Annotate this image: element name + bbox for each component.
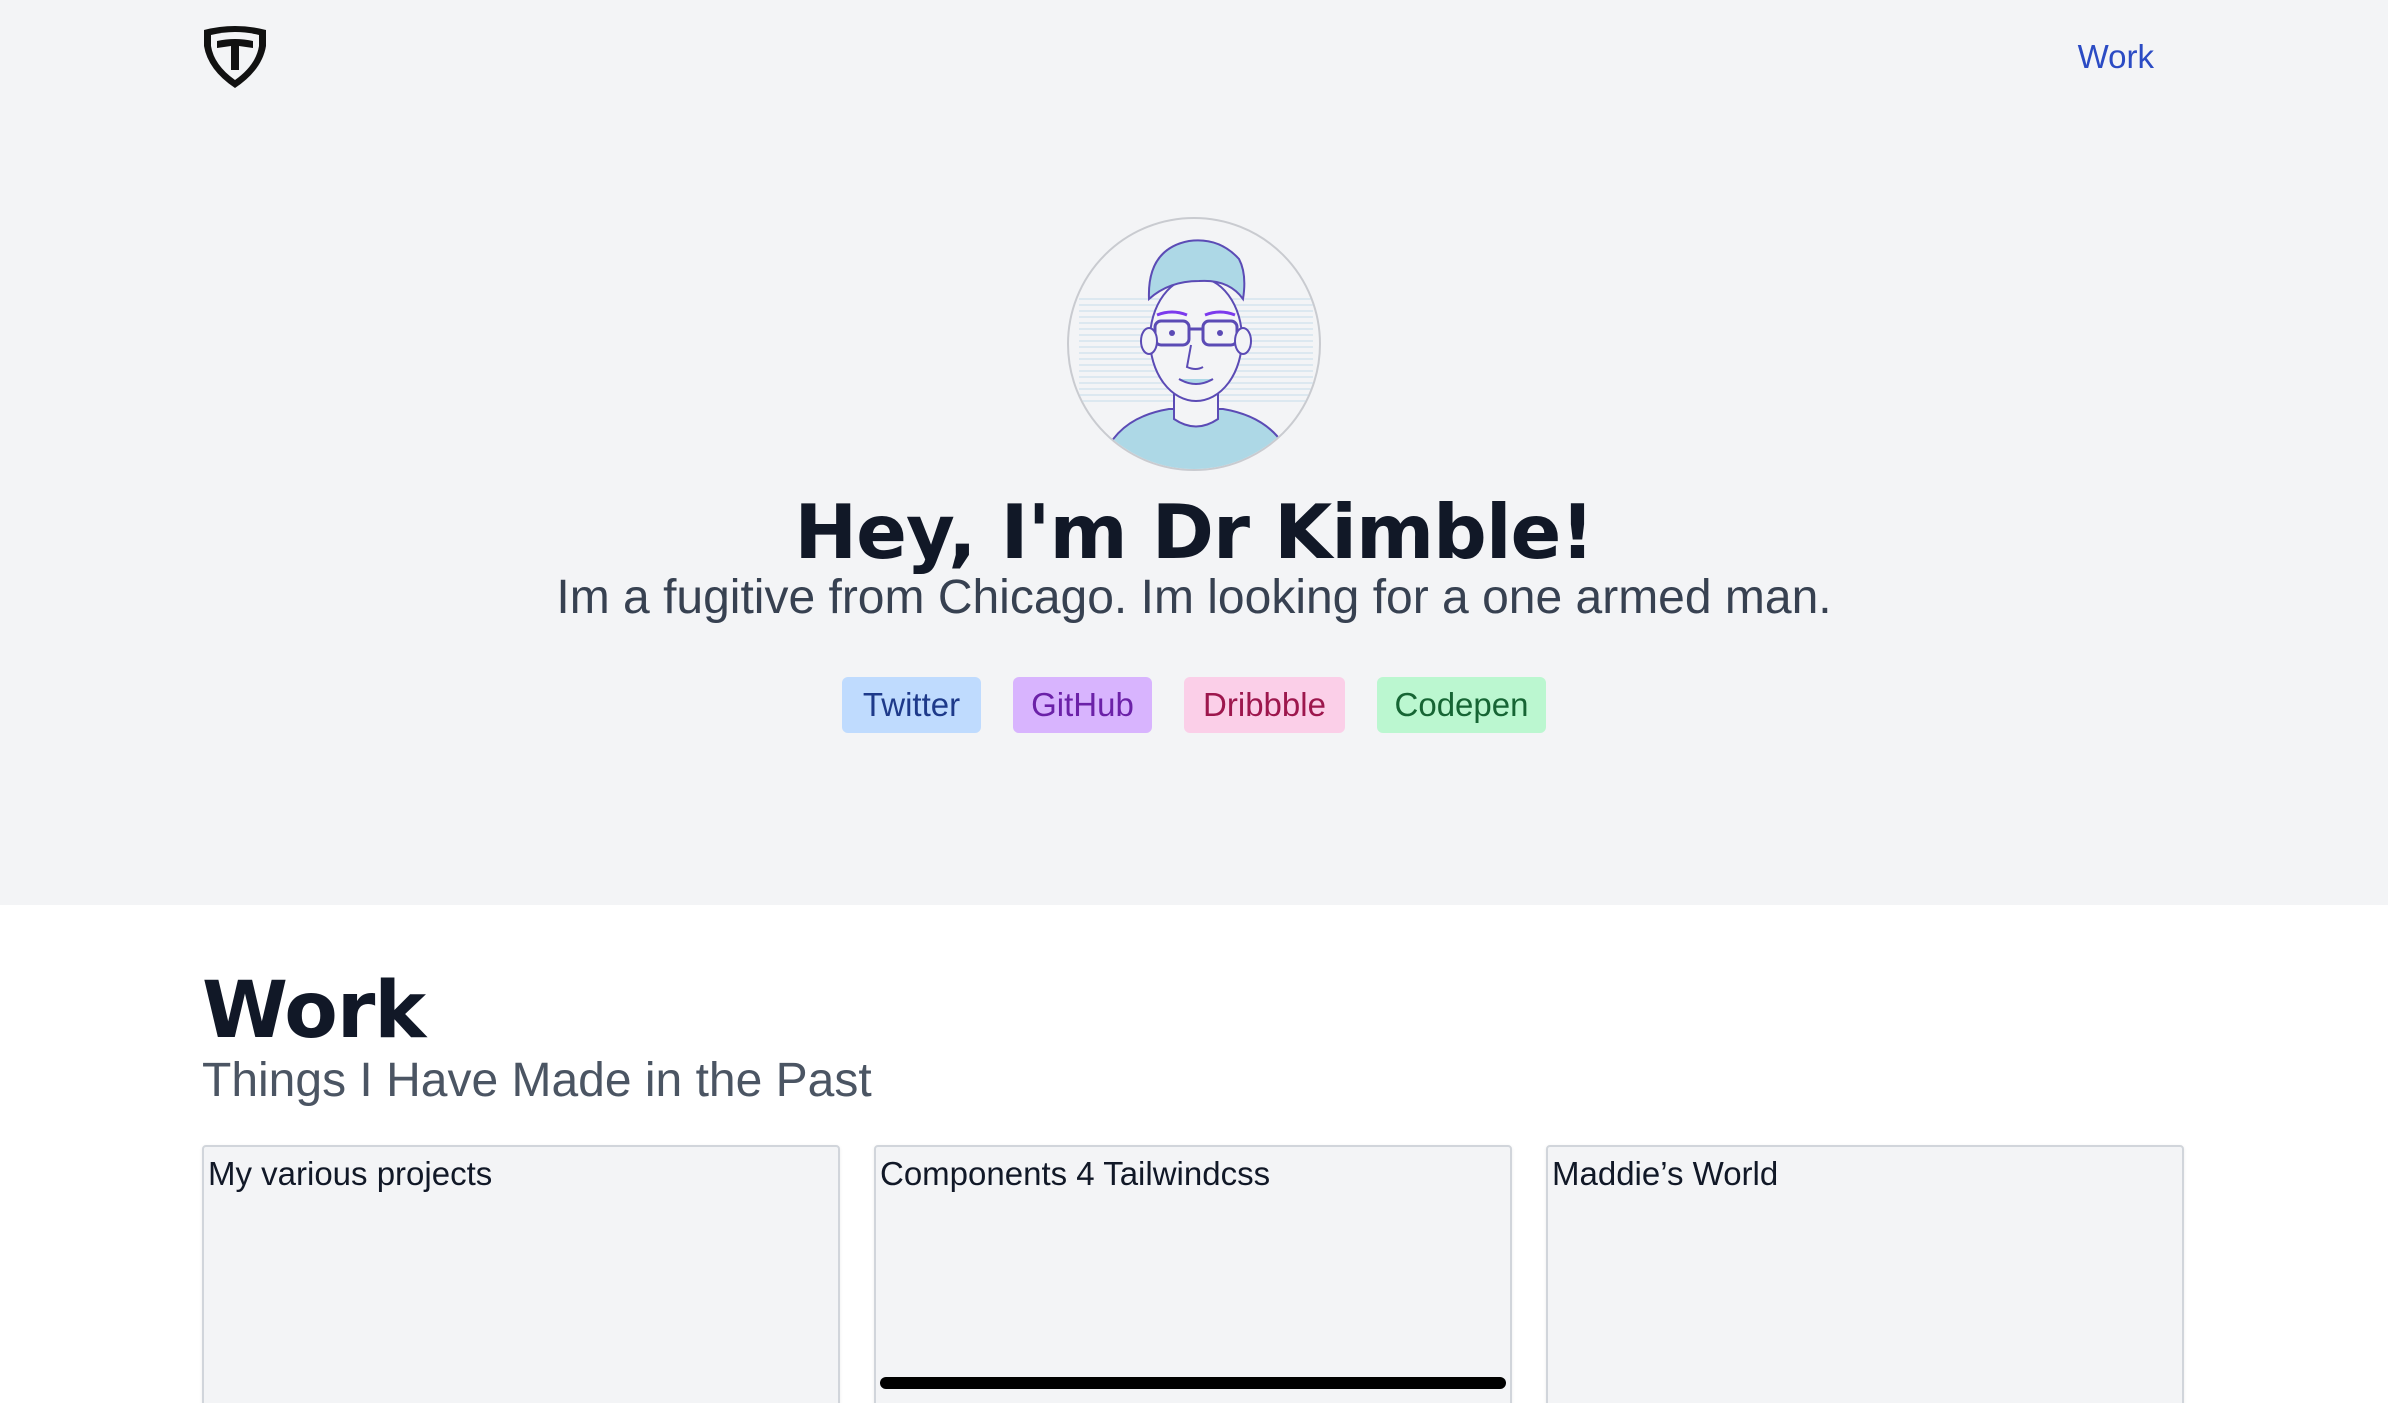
loading-bar xyxy=(880,1377,1506,1389)
project-card-title: My various projects xyxy=(208,1155,493,1192)
cartoon-avatar-icon xyxy=(1067,217,1321,471)
shield-t-logo-icon[interactable] xyxy=(200,24,270,90)
social-links: Twitter GitHub Dribbble Codepen xyxy=(0,677,2388,733)
hero-subtitle: Im a fugitive from Chicago. Im looking f… xyxy=(556,571,1832,624)
github-link[interactable]: GitHub xyxy=(1013,677,1152,733)
project-card[interactable]: Components 4 Tailwindcss xyxy=(874,1145,1512,1403)
work-section-title: Work xyxy=(202,966,426,1056)
project-card-title: Maddie’s World xyxy=(1552,1155,1779,1192)
hero-section: Work Hey, I'm Dr Kimble! Im a fugitive f… xyxy=(0,0,2388,905)
project-card-title: Components 4 Tailwindcss xyxy=(880,1155,1271,1192)
hero-title: Hey, I'm Dr Kimble! xyxy=(794,488,1594,576)
work-section-subtitle: Things I Have Made in the Past xyxy=(202,1054,872,1107)
dribbble-link[interactable]: Dribbble xyxy=(1184,677,1345,733)
nav-work-link[interactable]: Work xyxy=(2078,38,2154,76)
codepen-link[interactable]: Codepen xyxy=(1377,677,1546,733)
project-card[interactable]: My various projects xyxy=(202,1145,840,1403)
twitter-link[interactable]: Twitter xyxy=(842,677,981,733)
project-card[interactable]: Maddie’s World xyxy=(1546,1145,2184,1403)
